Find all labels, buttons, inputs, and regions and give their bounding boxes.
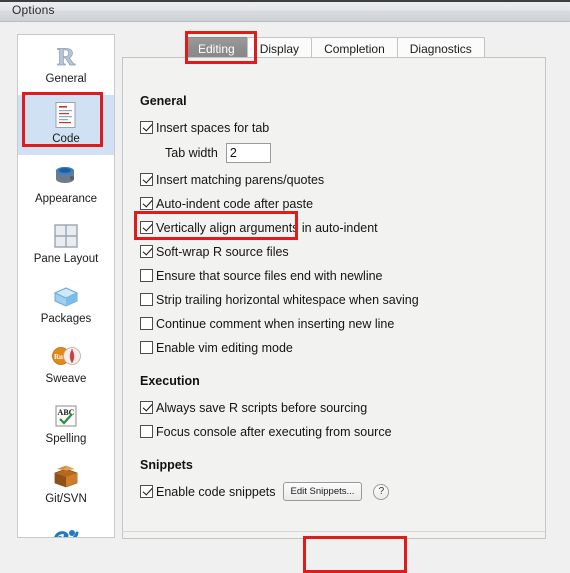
checkbox-row-focus-console-after-executing[interactable]: Focus console after executing from sourc… xyxy=(140,421,530,442)
label-always-save-before-sourcing: Always save R scripts before sourcing xyxy=(156,400,368,415)
label-focus-console-after-executing: Focus console after executing from sourc… xyxy=(156,424,392,439)
checkbox-soft-wrap-r-source-files[interactable] xyxy=(140,245,153,258)
sidebar-item-appearance[interactable]: Appearance xyxy=(18,155,114,215)
sidebar-item-sweave[interactable]: Rnw Sweave xyxy=(18,335,114,395)
checkbox-row-insert-matching-parens[interactable]: Insert matching parens/quotes xyxy=(140,169,530,190)
package-box-icon xyxy=(50,280,82,312)
dialog-button-bar: OK Cancel Apply xyxy=(0,520,570,573)
paint-can-icon xyxy=(50,160,82,192)
checkbox-row-soft-wrap-r-source-files[interactable]: Soft-wrap R source files xyxy=(140,241,530,262)
label-auto-indent-after-paste: Auto-indent code after paste xyxy=(156,196,314,211)
sidebar-item-label: Packages xyxy=(40,313,92,325)
sidebar-item-label: Spelling xyxy=(45,433,87,445)
checkbox-strip-trailing-whitespace[interactable] xyxy=(140,293,153,306)
sidebar-item-label: Appearance xyxy=(34,193,98,205)
sidebar-item-pane-layout[interactable]: Pane Layout xyxy=(18,215,114,275)
grid-panes-icon xyxy=(50,220,82,252)
abc-check-icon: ABC xyxy=(50,400,82,432)
tab-width-input[interactable] xyxy=(225,143,271,163)
checkbox-ensure-newline-at-eof[interactable] xyxy=(140,269,153,282)
label-strip-trailing-whitespace: Strip trailing horizontal whitespace whe… xyxy=(156,292,419,307)
sidebar-item-label: Code xyxy=(52,133,80,145)
label-continue-comment-new-line: Continue comment when inserting new line xyxy=(156,316,395,331)
label-enable-code-snippets: Enable code snippets xyxy=(156,484,276,499)
sweave-pdf-icon: Rnw xyxy=(50,340,82,372)
checkbox-vertically-align-arguments[interactable] xyxy=(140,221,153,234)
checkbox-enable-vim-mode[interactable] xyxy=(140,341,153,354)
label-ensure-newline-at-eof: Ensure that source files end with newlin… xyxy=(156,268,383,283)
sidebar-item-label: Pane Layout xyxy=(33,253,99,265)
checkbox-row-vertically-align-arguments[interactable]: Vertically align arguments in auto-inden… xyxy=(140,217,530,238)
sidebar-item-packages[interactable]: Packages xyxy=(18,275,114,335)
category-sidebar[interactable]: R General Code Appearance Pane Layout Package… xyxy=(17,34,115,538)
dialog-body: R General Code Appearance Pane Layout Package… xyxy=(0,22,570,573)
sidebar-item-label: Sweave xyxy=(45,373,87,385)
checkbox-insert-spaces-for-tab[interactable] xyxy=(140,121,153,134)
title-bar: Options xyxy=(0,0,570,22)
label-insert-spaces-for-tab: Insert spaces for tab xyxy=(156,120,270,135)
label-soft-wrap-r-source-files: Soft-wrap R source files xyxy=(156,244,289,259)
options-dialog: Options R General Code Appearance Pane Layou… xyxy=(0,0,570,573)
sidebar-item-code[interactable]: Code xyxy=(18,95,114,155)
help-icon[interactable]: ? xyxy=(373,483,390,500)
label-enable-vim-mode: Enable vim editing mode xyxy=(156,340,293,355)
checkbox-row-enable-code-snippets[interactable]: Enable code snippets Edit Snippets... ? xyxy=(140,481,530,502)
edit-snippets-button[interactable]: Edit Snippets... xyxy=(282,482,363,501)
section-heading-general: General xyxy=(140,94,187,108)
label-vertically-align-arguments: Vertically align arguments in auto-inden… xyxy=(156,220,378,235)
section-heading-snippets: Snippets xyxy=(140,458,193,472)
checkbox-row-ensure-newline-at-eof[interactable]: Ensure that source files end with newlin… xyxy=(140,265,530,286)
section-heading-execution: Execution xyxy=(140,374,200,388)
checkbox-enable-code-snippets[interactable] xyxy=(140,485,153,498)
window-top-edge xyxy=(0,0,570,2)
svg-text:ABC: ABC xyxy=(58,408,75,417)
r-logo-icon: R xyxy=(50,40,82,72)
sidebar-item-label: General xyxy=(45,73,87,85)
label-insert-matching-parens: Insert matching parens/quotes xyxy=(156,172,325,187)
label-tab-width: Tab width xyxy=(165,146,218,160)
window-title: Options xyxy=(12,3,55,17)
svg-text:R: R xyxy=(57,44,76,70)
checkbox-focus-console-after-executing[interactable] xyxy=(140,425,153,438)
sidebar-item-general[interactable]: R General xyxy=(18,35,114,95)
checkbox-row-insert-spaces-for-tab[interactable]: Insert spaces for tab xyxy=(140,117,530,138)
cardboard-box-icon xyxy=(50,460,82,492)
tab-width-row[interactable]: Tab width xyxy=(140,141,530,165)
code-document-icon xyxy=(50,100,82,132)
sidebar-item-spelling[interactable]: ABC Spelling xyxy=(18,395,114,455)
checkbox-row-auto-indent-after-paste[interactable]: Auto-indent code after paste xyxy=(140,193,530,214)
checkbox-row-strip-trailing-whitespace[interactable]: Strip trailing horizontal whitespace whe… xyxy=(140,289,530,310)
checkbox-row-enable-vim-mode[interactable]: Enable vim editing mode xyxy=(140,337,530,358)
editing-pane: General Insert spaces for tab Tab width … xyxy=(140,94,530,505)
sidebar-item-git-svn[interactable]: Git/SVN xyxy=(18,455,114,515)
checkbox-insert-matching-parens[interactable] xyxy=(140,173,153,186)
sidebar-item-label: Git/SVN xyxy=(45,493,87,505)
checkbox-continue-comment-new-line[interactable] xyxy=(140,317,153,330)
checkbox-row-continue-comment-new-line[interactable]: Continue comment when inserting new line xyxy=(140,313,530,334)
checkbox-row-always-save-before-sourcing[interactable]: Always save R scripts before sourcing xyxy=(140,397,530,418)
checkbox-always-save-before-sourcing[interactable] xyxy=(140,401,153,414)
checkbox-auto-indent-after-paste[interactable] xyxy=(140,197,153,210)
